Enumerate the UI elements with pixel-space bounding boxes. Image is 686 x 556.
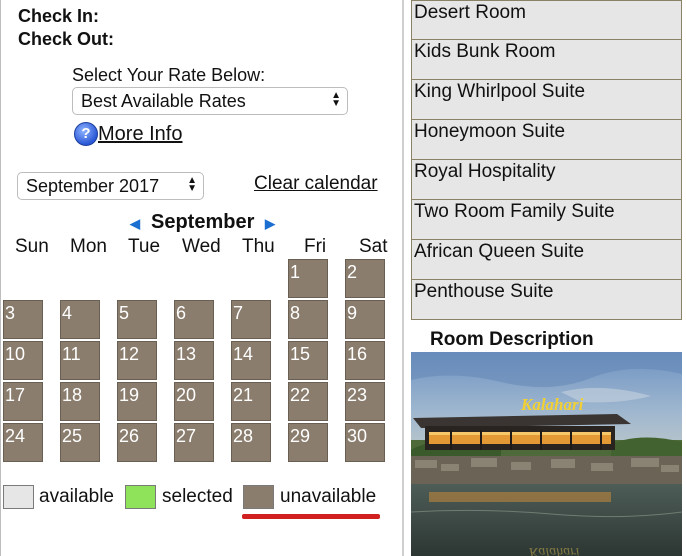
booking-panel: Check In: Check Out: Select Your Rate Be… [0,0,402,556]
prev-month-icon[interactable]: ◀ [130,216,140,232]
weekday-label: Sat [359,236,388,257]
check-out-label: Check Out: [18,29,115,49]
weekday-label: Tue [128,236,161,257]
calendar-day[interactable]: 27 [174,423,214,462]
calendar-day[interactable]: 17 [3,382,43,421]
calendar-day[interactable]: 30 [345,423,385,462]
legend-selected-swatch [125,485,156,509]
clear-calendar-link[interactable]: Clear calendar [254,173,378,195]
legend-unavailable-swatch [243,485,274,509]
room-list-item[interactable]: African Queen Suite [411,240,682,280]
calendar-day[interactable]: 6 [174,300,214,339]
weekday-label: Sun [15,236,49,257]
calendar-day[interactable]: 1 [288,259,328,298]
svg-text:Kalahari: Kalahari [528,544,580,556]
legend-unavailable-label: unavailable [280,486,377,507]
legend-available-swatch [3,485,34,509]
rate-select[interactable]: Best Available Rates ▲ ▼ [72,87,348,115]
month-select-value: September 2017 [26,176,160,196]
more-info-link[interactable]: More Info [98,123,182,146]
calendar-day[interactable]: 15 [288,341,328,380]
calendar-day[interactable]: 20 [174,382,214,421]
month-select[interactable]: September 2017 ▲ ▼ [17,172,204,200]
legend-available-label: available [39,486,114,507]
room-description-title: Room Description [411,326,682,352]
rate-label: Select Your Rate Below: [72,65,266,85]
next-month-icon[interactable]: ▶ [265,216,275,232]
calendar-day[interactable]: 25 [60,423,100,462]
panel-divider [402,0,404,556]
room-list-item[interactable]: Desert Room [411,0,682,40]
calendar-day[interactable]: 13 [174,341,214,380]
room-list: Desert Room Kids Bunk Room King Whirlpool … [411,0,682,320]
calendar-day[interactable]: 23 [345,382,385,421]
room-list-item[interactable]: Royal Hospitality [411,160,682,200]
calendar-day[interactable]: 19 [117,382,157,421]
calendar-day[interactable]: 4 [60,300,100,339]
calendar-day[interactable]: 3 [3,300,43,339]
calendar-day[interactable]: 21 [231,382,271,421]
calendar-day[interactable]: 18 [60,382,100,421]
room-list-item[interactable]: Two Room Family Suite [411,200,682,240]
help-icon: ? [74,122,98,146]
room-list-item[interactable]: Kids Bunk Room [411,40,682,80]
calendar-day[interactable]: 24 [3,423,43,462]
select-arrows-icon: ▲ ▼ [187,175,197,194]
calendar-day[interactable]: 16 [345,341,385,380]
room-list-item[interactable]: Penthouse Suite [411,280,682,320]
calendar-day[interactable]: 5 [117,300,157,339]
weekday-label: Thu [242,236,275,257]
select-arrows-icon: ▲ ▼ [331,90,341,109]
panel-border [0,0,1,556]
check-in-label: Check In: [18,6,100,26]
rate-select-value: Best Available Rates [81,91,246,111]
calendar-day[interactable]: 2 [345,259,385,298]
room-photo: Kalahari Kalahari [411,352,682,556]
more-info[interactable]: ? More Info [74,122,182,146]
calendar-day[interactable]: 26 [117,423,157,462]
calendar-day[interactable]: 7 [231,300,271,339]
weekday-label: Mon [70,236,107,257]
calendar-day[interactable]: 11 [60,341,100,380]
legend-selected-label: selected [162,486,233,507]
calendar-day[interactable]: 22 [288,382,328,421]
highlight-underline [242,514,380,519]
calendar-day[interactable]: 29 [288,423,328,462]
room-list-item[interactable]: Honeymoon Suite [411,120,682,160]
calendar-day[interactable]: 10 [3,341,43,380]
photo-sign-text: Kalahari [520,395,584,414]
calendar-day[interactable]: 14 [231,341,271,380]
calendar-day[interactable]: 12 [117,341,157,380]
weekday-label: Wed [182,236,221,257]
room-list-item[interactable]: King Whirlpool Suite [411,80,682,120]
calendar-month-title: September [151,211,255,233]
calendar-day[interactable]: 9 [345,300,385,339]
calendar-day[interactable]: 8 [288,300,328,339]
calendar-day[interactable]: 28 [231,423,271,462]
weekday-label: Fri [304,236,327,257]
